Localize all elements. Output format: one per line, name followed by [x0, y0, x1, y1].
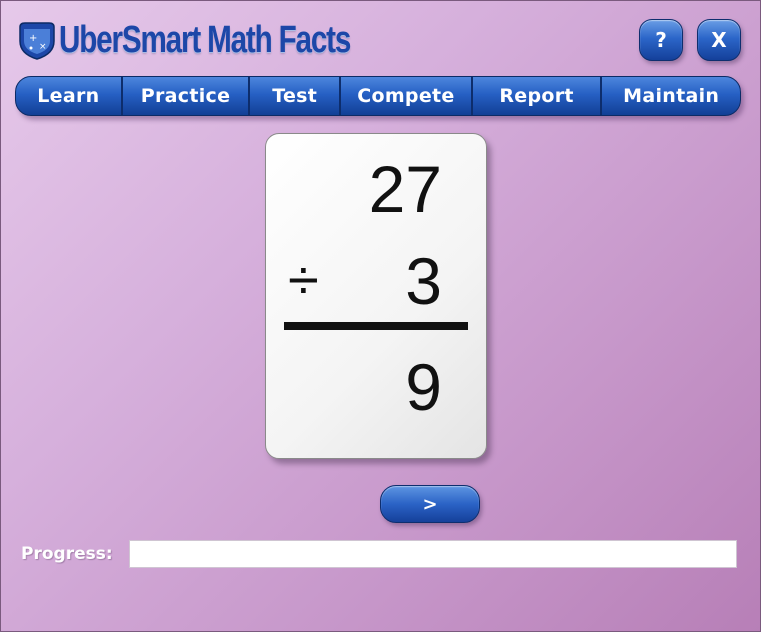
close-button[interactable]: X: [697, 19, 741, 61]
app-title: UberSmart Math Facts: [59, 18, 351, 61]
answer-number: 9: [405, 350, 442, 424]
math-shield-icon: + ×: [17, 21, 57, 60]
nav-maintain[interactable]: Maintain: [602, 77, 740, 115]
nav-practice[interactable]: Practice: [123, 77, 251, 115]
top-number: 27: [368, 152, 442, 226]
progress-label: Progress:: [21, 544, 113, 564]
nav-compete[interactable]: Compete: [341, 77, 473, 115]
main-nav: Learn Practice Test Compete Report Maint…: [15, 76, 741, 116]
nav-test[interactable]: Test: [250, 77, 342, 115]
svg-text:+: +: [29, 33, 37, 44]
equals-bar: [284, 322, 468, 330]
next-button[interactable]: >: [380, 485, 480, 523]
division-operator: ÷: [288, 248, 319, 311]
nav-report[interactable]: Report: [473, 77, 603, 115]
progress-bar: [129, 540, 737, 568]
svg-text:×: ×: [39, 42, 47, 52]
app-logo: + × UberSmart Math Facts: [17, 15, 432, 65]
flashcard: 27 ÷ 3 9: [265, 133, 487, 459]
help-button[interactable]: ?: [639, 19, 683, 61]
bottom-number: 3: [405, 244, 442, 318]
nav-learn[interactable]: Learn: [16, 77, 123, 115]
